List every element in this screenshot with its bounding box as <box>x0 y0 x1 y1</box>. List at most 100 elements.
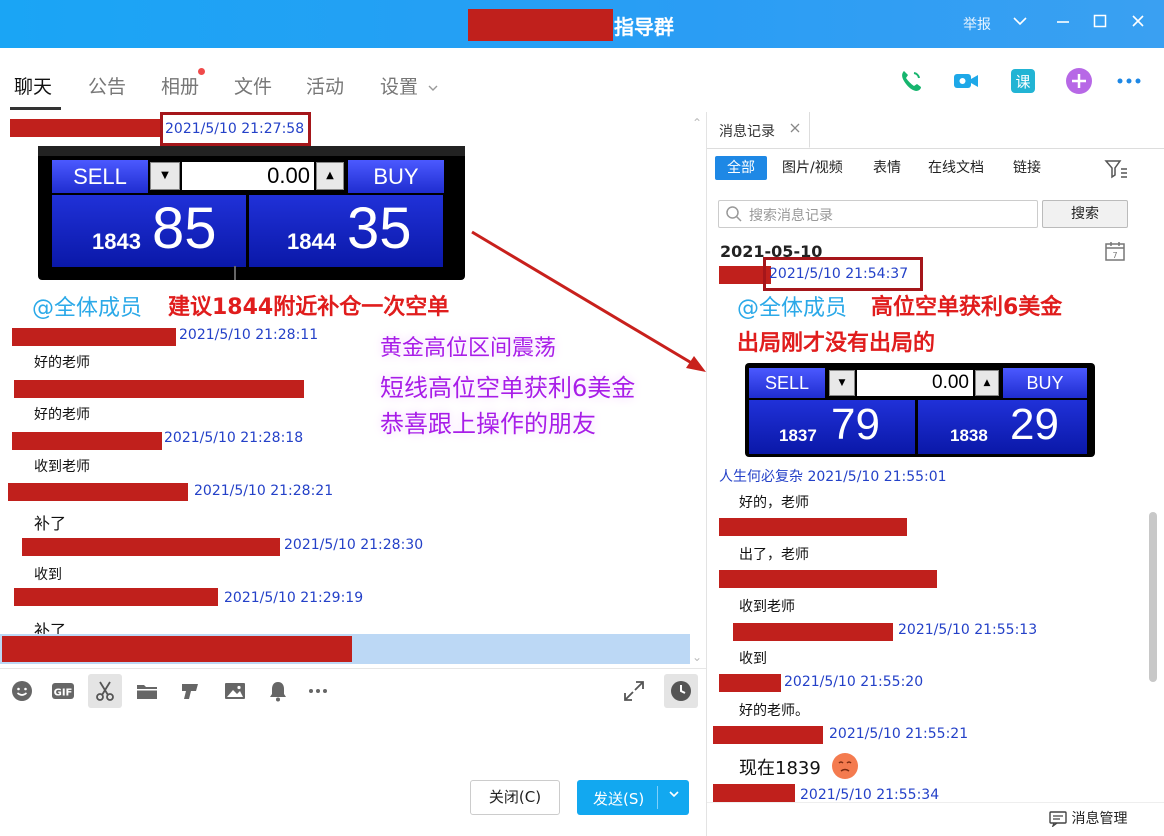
arrow-annotation <box>471 230 706 372</box>
filter-all[interactable]: 全部 <box>715 156 767 180</box>
sell-button: SELL <box>749 368 825 398</box>
expand-icon[interactable] <box>622 679 646 703</box>
folder-icon[interactable] <box>135 679 159 703</box>
history-message-text: 收到老师 <box>739 599 795 615</box>
calendar-icon[interactable]: 7 <box>1104 240 1126 266</box>
redacted-sender <box>14 588 218 606</box>
close-button[interactable]: 关闭(C) <box>470 780 560 815</box>
redacted-sender <box>10 119 160 137</box>
redacted-sender <box>14 380 304 398</box>
history-timestamp: 2021/5/10 21:55:21 <box>829 726 969 742</box>
history-message-header: 人生何必复杂 2021/5/10 21:55:01 <box>719 466 947 486</box>
redacted-sender <box>719 570 937 588</box>
filter-settings-icon[interactable] <box>1104 158 1128 184</box>
history-tab[interactable]: 消息记录 <box>707 112 810 148</box>
redacted-sender <box>12 328 176 346</box>
filter-links[interactable]: 链接 <box>1013 156 1041 180</box>
send-options-chevron-icon[interactable] <box>663 787 685 805</box>
history-scrollbar[interactable] <box>1149 512 1157 682</box>
more-tools-icon[interactable] <box>306 679 330 703</box>
history-tab-label: 消息记录 <box>719 124 775 140</box>
svg-text:7: 7 <box>1112 251 1117 260</box>
history-message-text: 现在1839 <box>739 758 821 779</box>
scroll-down-icon[interactable]: ⌄ <box>692 650 702 664</box>
rich-text-icon[interactable] <box>178 679 202 703</box>
redacted-sender <box>713 726 823 744</box>
chat-message-list[interactable]: 2021/5/10 21:27:58 ⌃ SELL ▼ 0.00 ▲ BUY 1… <box>0 112 706 668</box>
redacted-sender <box>12 432 162 450</box>
sell-price-prefix: 1837 <box>779 426 817 445</box>
filter-media[interactable]: 图片/视频 <box>782 156 843 180</box>
more-icon[interactable] <box>1114 66 1144 96</box>
tab-announcement[interactable]: 公告 <box>88 72 126 99</box>
buy-price-suffix: 29 <box>1010 400 1059 449</box>
buy-button: BUY <box>1003 368 1087 398</box>
chevron-down-icon <box>428 85 438 91</box>
message-management-button[interactable]: 消息管理 <box>1049 808 1127 828</box>
album-unread-dot <box>198 68 205 75</box>
redacted-sender <box>719 674 781 692</box>
history-timestamp: 2021/5/10 21:55:20 <box>784 674 924 690</box>
close-tab-icon[interactable] <box>789 122 801 138</box>
history-clock-icon[interactable] <box>664 674 698 708</box>
gif-icon[interactable]: GIF <box>51 679 75 703</box>
history-timestamp: 2021/5/10 21:55:01 <box>807 469 947 485</box>
minimize-icon[interactable] <box>1052 12 1074 34</box>
search-button[interactable]: 搜索 <box>1042 200 1128 228</box>
message-management-label: 消息管理 <box>1071 811 1128 827</box>
emoji-face-icon <box>831 752 859 784</box>
video-call-icon[interactable] <box>951 66 981 96</box>
screenshot-scissors-icon[interactable] <box>88 674 122 708</box>
tab-album[interactable]: 相册 <box>161 72 199 99</box>
history-message-text: 好的，老师 <box>739 495 809 511</box>
history-message-text: 收到 <box>739 651 767 667</box>
tab-chat[interactable]: 聊天 <box>14 72 52 99</box>
filter-online-docs[interactable]: 在线文档 <box>928 156 984 180</box>
course-icon[interactable]: 课 <box>1008 66 1038 96</box>
buy-price: 1838 29 <box>918 400 1087 454</box>
filter-stickers[interactable]: 表情 <box>873 156 901 180</box>
report-link[interactable]: 举报 <box>963 14 991 34</box>
message-timestamp: 2021/5/10 21:28:18 <box>164 430 304 446</box>
maximize-icon[interactable] <box>1089 12 1111 34</box>
increase-arrow-icon: ▲ <box>316 162 344 190</box>
send-button[interactable]: 发送(S) <box>577 780 689 815</box>
history-timestamp: 2021/5/10 21:55:13 <box>898 622 1038 638</box>
emoji-icon[interactable] <box>10 679 34 703</box>
history-timestamp: 2021/5/10 21:54:37 <box>769 266 909 282</box>
buy-price-suffix: 35 <box>347 196 412 261</box>
redacted-sender <box>733 623 893 641</box>
tab-settings[interactable]: 设置 <box>380 72 440 99</box>
sell-price-suffix: 79 <box>831 400 880 449</box>
message-history-panel: 消息记录 全部 图片/视频 表情 在线文档 链接 搜索消息记录 搜索 2021-… <box>707 112 1164 836</box>
scroll-up-icon[interactable]: ⌃ <box>692 116 702 130</box>
mention-all: @全体成员 <box>737 296 848 321</box>
message-timestamp: 2021/5/10 21:28:21 <box>194 483 334 499</box>
tab-activity[interactable]: 活动 <box>306 72 344 99</box>
chevron-down-icon[interactable] <box>1009 12 1031 34</box>
buy-price: 1844 35 <box>249 195 443 267</box>
redacted-sender <box>713 784 795 802</box>
search-input[interactable]: 搜索消息记录 <box>718 200 1038 228</box>
volume-field: 0.00 <box>857 370 973 396</box>
image-icon[interactable] <box>223 679 247 703</box>
close-icon[interactable] <box>1127 12 1149 34</box>
tab-files[interactable]: 文件 <box>234 72 272 99</box>
history-message-text: 好的老师。 <box>739 703 809 719</box>
sell-price-prefix: 1843 <box>92 229 141 254</box>
message-text: 收到老师 <box>34 459 90 475</box>
bell-icon[interactable] <box>266 679 290 703</box>
overlay-line-3: 恭喜跟上操作的朋友 <box>380 410 596 438</box>
message-input[interactable] <box>0 712 706 774</box>
history-message-text: 出了，老师 <box>739 547 809 563</box>
buy-price-prefix: 1838 <box>950 426 988 445</box>
add-app-icon[interactable] <box>1064 66 1094 96</box>
phone-call-icon[interactable] <box>896 66 926 96</box>
redacted-sender <box>2 636 352 662</box>
tab-settings-label: 设置 <box>380 76 419 98</box>
message-text: 收到 <box>34 567 62 583</box>
message-timestamp: 2021/5/10 21:28:11 <box>179 327 319 343</box>
sell-price: 1843 85 <box>52 195 246 267</box>
announcement-text: 建议1844附近补仓一次空单 <box>168 295 450 320</box>
redacted-sender <box>8 483 188 501</box>
